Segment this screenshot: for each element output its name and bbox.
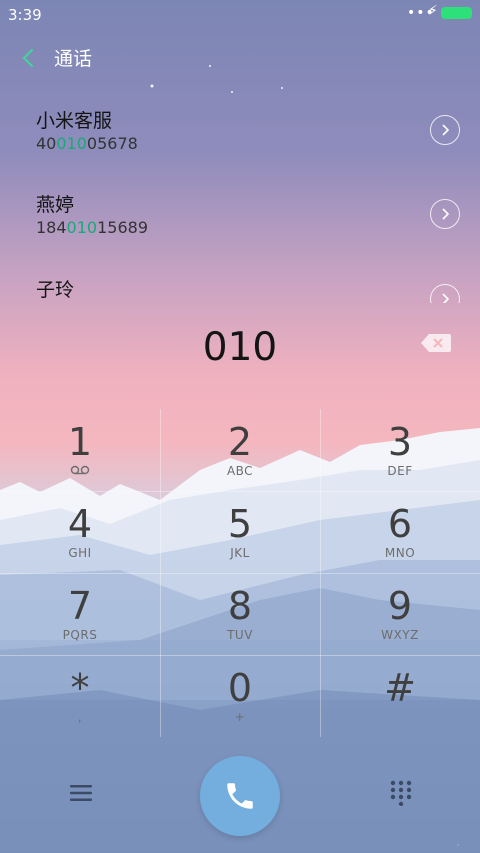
contact-number: 18401015689 xyxy=(36,218,148,237)
key-3[interactable]: 3 DEF xyxy=(320,409,480,491)
contact-detail-button[interactable] xyxy=(430,115,460,145)
key-letters: + xyxy=(234,710,246,724)
contact-name: 燕婷 xyxy=(36,194,75,216)
contact-detail-button[interactable] xyxy=(430,284,460,303)
menu-icon xyxy=(70,785,92,801)
voicemail-icon xyxy=(0,464,160,480)
key-letters: MNO xyxy=(384,546,416,560)
key-letters: ABC xyxy=(226,464,254,478)
key-star[interactable]: * , xyxy=(0,655,160,737)
key-0[interactable]: 0 + xyxy=(160,655,320,737)
status-time: 3:39 xyxy=(8,6,42,24)
key-letters: DEF xyxy=(387,464,413,478)
key-4[interactable]: 4 GHI xyxy=(0,491,160,573)
key-digit: 0 xyxy=(227,666,253,710)
dialed-number: 010 xyxy=(202,325,278,370)
key-9[interactable]: 9 WXYZ xyxy=(320,573,480,655)
contact-name: 子玲 xyxy=(36,279,75,301)
key-letters: PQRS xyxy=(62,628,98,642)
contact-row[interactable]: 燕婷 18401015689 xyxy=(0,190,480,260)
key-letters: JKL xyxy=(230,546,250,560)
key-letters: GHI xyxy=(68,546,92,560)
key-digit: 2 xyxy=(227,420,253,464)
key-digit: 6 xyxy=(387,502,413,546)
key-digit: 7 xyxy=(67,584,93,628)
contact-row[interactable]: 小米客服 4001005678 xyxy=(0,106,480,176)
battery-icon xyxy=(441,7,472,19)
chevron-right-icon xyxy=(442,208,449,220)
dialpad-toggle-button[interactable] xyxy=(384,776,418,810)
contact-row[interactable]: 子玲 xyxy=(0,275,480,303)
key-digit: 4 xyxy=(67,502,93,546)
chevron-left-icon xyxy=(22,49,33,67)
key-digit: 9 xyxy=(387,584,413,628)
key-digit: 5 xyxy=(227,502,253,546)
key-8[interactable]: 8 TUV xyxy=(160,573,320,655)
charging-icon: ⚡ xyxy=(428,3,438,19)
key-letters: WXYZ xyxy=(381,628,419,642)
key-letters: , xyxy=(77,710,83,724)
dialpad-icon xyxy=(390,780,412,806)
key-6[interactable]: 6 MNO xyxy=(320,491,480,573)
key-digit: 1 xyxy=(67,420,93,464)
key-1[interactable]: 1 xyxy=(0,409,160,491)
back-button[interactable] xyxy=(18,44,38,72)
contact-number: 4001005678 xyxy=(36,134,138,153)
backspace-button[interactable] xyxy=(420,332,452,354)
contact-detail-button[interactable] xyxy=(430,199,460,229)
bottom-bar xyxy=(0,750,480,853)
key-digit: * xyxy=(70,666,90,710)
key-letters: TUV xyxy=(227,628,253,642)
chevron-right-icon xyxy=(442,293,449,303)
key-2[interactable]: 2 ABC xyxy=(160,409,320,491)
phone-icon xyxy=(227,783,253,809)
contact-name: 小米客服 xyxy=(36,110,113,132)
status-bar: 3:39 ••• ⚡ xyxy=(0,0,480,30)
backspace-icon xyxy=(421,334,451,352)
key-digit: 3 xyxy=(387,420,413,464)
title-bar: 通话 xyxy=(0,40,480,76)
key-digit: # xyxy=(384,666,416,710)
key-digit: 8 xyxy=(227,584,253,628)
key-5[interactable]: 5 JKL xyxy=(160,491,320,573)
key-hash[interactable]: # xyxy=(320,655,480,737)
key-7[interactable]: 7 PQRS xyxy=(0,573,160,655)
key-letters xyxy=(320,710,480,726)
call-button[interactable] xyxy=(200,756,280,836)
menu-button[interactable] xyxy=(64,776,98,810)
page-title: 通话 xyxy=(54,48,93,70)
chevron-right-icon xyxy=(442,124,449,136)
